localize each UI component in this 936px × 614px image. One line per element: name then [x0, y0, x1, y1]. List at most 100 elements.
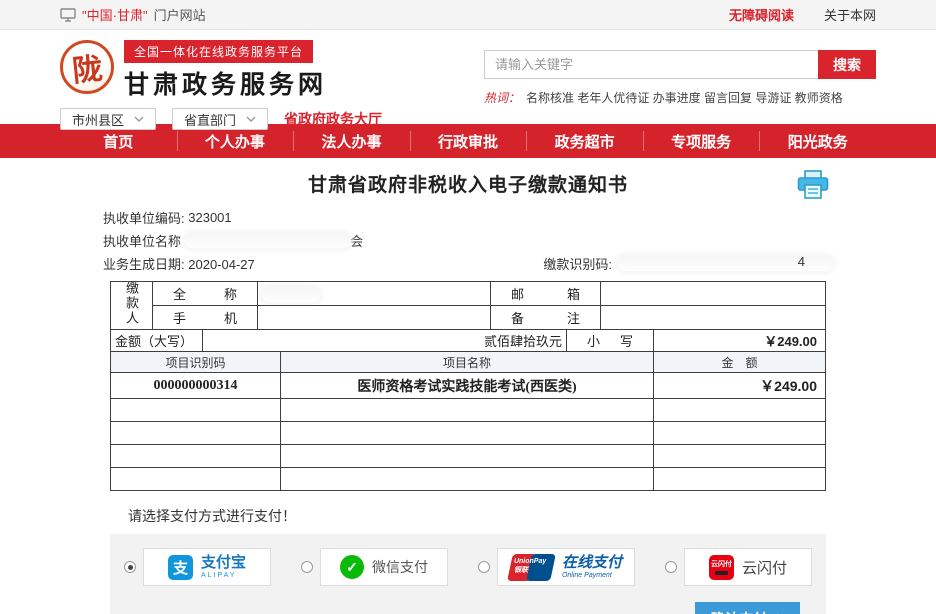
- notice-title: 甘肃省政府非税收入电子缴款通知书: [308, 170, 628, 197]
- payment-id-redaction: 4: [618, 256, 833, 271]
- full-name-label-cell: 全称: [153, 282, 258, 306]
- nav-gov-supermarket[interactable]: 政务超市: [526, 124, 643, 158]
- remark-value-cell: [601, 306, 826, 330]
- phone-value-cell: [258, 306, 491, 330]
- wechat-pay-icon: ✓: [340, 555, 364, 579]
- alipay-icon: 支: [168, 555, 193, 580]
- site-logo[interactable]: 陇 全国一体化在线政务服务平台 甘肃政务服务网: [60, 40, 382, 101]
- unionpay-sublabel: Online Payment: [562, 572, 622, 579]
- alipay-radio[interactable]: [124, 561, 136, 573]
- amount-caps-label-cell: 金额（大写）: [111, 330, 203, 352]
- wechat-radio[interactable]: [301, 561, 313, 573]
- table-row: [111, 399, 826, 422]
- main-nav: 首页 个人办事 法人办事 行政审批 政务超市 专项服务 阳光政务: [0, 124, 936, 158]
- payer-header-cell: 缴款人: [111, 282, 153, 330]
- chevron-down-icon: [246, 116, 256, 122]
- mail-value-cell: [601, 282, 826, 306]
- accessibility-link[interactable]: 无障碍阅读: [729, 5, 794, 24]
- wechat-label: 微信支付: [372, 557, 428, 577]
- unit-name-visible: 会: [350, 231, 363, 250]
- payment-id-visible: 4: [798, 254, 805, 269]
- portal-name-rest: 门户网站: [154, 5, 206, 24]
- quickpass-option[interactable]: 云闪付 云闪付: [684, 548, 812, 586]
- payment-prompt: 请选择支付方式进行支付！: [110, 506, 826, 526]
- payment-method-unionpay: UnionPay银联 在线支付 Online Payment: [478, 548, 635, 586]
- payment-method-quickpass: 云闪付 云闪付: [665, 548, 812, 586]
- issue-date-label: 业务生成日期:: [103, 257, 185, 272]
- empty-cell: [111, 399, 281, 422]
- alipay-label: 支付宝: [201, 555, 246, 570]
- platform-banner: 全国一体化在线政务服务平台: [124, 40, 313, 63]
- unit-code-label: 执收单位编码:: [103, 208, 185, 227]
- payment-panel: 支 支付宝 ALIPAY ✓ 微信支付: [110, 534, 826, 614]
- table-row: [111, 422, 826, 445]
- empty-cell: [654, 399, 826, 422]
- printer-icon: [796, 170, 830, 200]
- portal-link[interactable]: "中国·甘肃"门户网站: [60, 5, 206, 24]
- issue-date-value: 2020-04-27: [188, 257, 255, 272]
- empty-cell: [111, 468, 281, 491]
- quickpass-radio[interactable]: [665, 561, 677, 573]
- empty-cell: [281, 468, 654, 491]
- mail-label-cell: 邮箱: [491, 282, 601, 306]
- confirm-payment-button[interactable]: 确认支付: [695, 602, 800, 614]
- col-header-project-code: 项目识别码: [111, 352, 281, 373]
- amount-total-cell: ￥249.00: [654, 330, 826, 352]
- nav-transparent-gov[interactable]: 阳光政务: [759, 124, 876, 158]
- project-amount-cell: ￥249.00: [654, 373, 826, 399]
- page: "中国·甘肃"门户网站 无障碍阅读 关于本网 陇 全国一体化在线政务服务平台 甘…: [0, 0, 936, 614]
- phone-label-cell: 手机: [153, 306, 258, 330]
- hot-words: 热词：名称核准 老年人优待证 办事进度 留言回复 导游证 教师资格: [484, 89, 876, 106]
- quickpass-label: 云闪付: [742, 557, 787, 578]
- full-name-value-cell: [258, 282, 491, 306]
- project-code-cell: 000000000314: [111, 373, 281, 399]
- empty-cell: [281, 422, 654, 445]
- long-seal-icon: 陇: [60, 40, 114, 94]
- table-row: [111, 468, 826, 491]
- search-button[interactable]: 搜索: [818, 50, 876, 79]
- empty-cell: [654, 445, 826, 468]
- payment-id-label: 缴款识别码:: [543, 254, 612, 273]
- col-header-amount: 金 额: [654, 352, 826, 373]
- unit-name-redaction: [185, 233, 350, 248]
- unit-code-value: 323001: [188, 210, 231, 225]
- chevron-down-icon: [134, 116, 144, 122]
- print-button[interactable]: [796, 170, 830, 205]
- empty-cell: [111, 422, 281, 445]
- nav-home[interactable]: 首页: [60, 124, 177, 158]
- unit-name-label: 执收单位名称: [103, 231, 181, 250]
- unionpay-label: 在线支付: [562, 555, 622, 570]
- empty-cell: [111, 445, 281, 468]
- amount-caps-value-cell: 贰佰肆拾玖元: [203, 330, 567, 352]
- empty-cell: [654, 422, 826, 445]
- top-utility-bar: "中国·甘肃"门户网站 无障碍阅读 关于本网: [0, 0, 936, 30]
- empty-cell: [281, 445, 654, 468]
- hot-words-list[interactable]: 名称核准 老年人优待证 办事进度 留言回复 导游证 教师资格: [526, 91, 843, 105]
- site-name: 甘肃政务服务网: [124, 65, 327, 101]
- quickpass-icon: 云闪付: [709, 555, 734, 580]
- nav-personal[interactable]: 个人办事: [177, 124, 294, 158]
- table-row: [111, 445, 826, 468]
- full-name-redaction: [262, 287, 320, 302]
- nav-special-services[interactable]: 专项服务: [643, 124, 760, 158]
- notice-table: 缴款人 全称 邮箱 手机 备注 金额（大写） 贰佰肆拾玖元: [110, 281, 826, 491]
- wechat-option[interactable]: ✓ 微信支付: [320, 548, 448, 586]
- monitor-icon: [60, 8, 76, 22]
- search-input[interactable]: [484, 50, 818, 79]
- nav-legal-person[interactable]: 法人办事: [293, 124, 410, 158]
- empty-cell: [281, 399, 654, 422]
- alipay-option[interactable]: 支 支付宝 ALIPAY: [143, 548, 271, 586]
- payment-method-alipay: 支 支付宝 ALIPAY: [124, 548, 271, 586]
- nav-administrative-approval[interactable]: 行政审批: [410, 124, 527, 158]
- about-site-link[interactable]: 关于本网: [824, 5, 876, 24]
- notice-main: 甘肃省政府非税收入电子缴款通知书 执收单位编码: 323001 执收单位名称 会: [0, 158, 936, 614]
- col-header-project-name: 项目名称: [281, 352, 654, 373]
- empty-cell: [654, 468, 826, 491]
- table-row: 000000000314 医师资格考试实践技能考试(西医类) ￥249.00: [111, 373, 826, 399]
- project-name-cell: 医师资格考试实践技能考试(西医类): [281, 373, 654, 399]
- unionpay-icon: UnionPay银联: [510, 554, 554, 581]
- unionpay-radio[interactable]: [478, 561, 490, 573]
- amount-small-label-cell: 小写: [567, 330, 654, 352]
- unionpay-option[interactable]: UnionPay银联 在线支付 Online Payment: [497, 548, 635, 586]
- payment-method-wechat: ✓ 微信支付: [301, 548, 448, 586]
